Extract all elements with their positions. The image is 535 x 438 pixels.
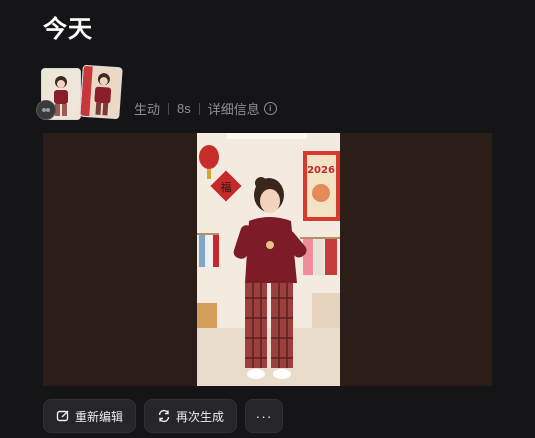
- section-title: 今天: [43, 16, 93, 43]
- more-button[interactable]: ···: [245, 399, 284, 433]
- regenerate-label: 再次生成: [176, 409, 225, 424]
- more-dots-icon: ···: [255, 408, 273, 424]
- meta-divider: [198, 102, 200, 115]
- image-count-icon: [36, 100, 56, 120]
- reedit-button[interactable]: 重新编辑: [43, 399, 137, 433]
- info-circle-icon[interactable]: i: [263, 102, 277, 115]
- reedit-label: 重新编辑: [75, 409, 124, 424]
- details-link[interactable]: 详细信息: [208, 99, 260, 118]
- video-player[interactable]: 福 2026: [43, 133, 492, 386]
- meta-divider: [168, 102, 170, 115]
- edit-icon: [56, 410, 69, 422]
- svg-text:福: 福: [221, 180, 232, 194]
- regenerate-button[interactable]: 再次生成: [144, 399, 238, 433]
- page: 今天 生动 8s 详细信息 i 福 2026 重新编辑 再次生成 ···: [0, 0, 535, 438]
- poster-year: 2026: [307, 165, 335, 176]
- duration-label: 8s: [177, 101, 191, 116]
- type-label: 生动: [134, 102, 161, 117]
- video-frame-illustration: 福 2026: [197, 133, 340, 386]
- refresh-icon: [158, 409, 170, 423]
- reference-thumbnails[interactable]: [36, 64, 123, 122]
- video-preview[interactable]: 福 2026: [197, 133, 340, 386]
- reference-thumbnail-2[interactable]: [79, 64, 123, 120]
- action-bar: 重新编辑 再次生成 ···: [43, 399, 284, 433]
- item-meta: 生动 8s 详细信息 i: [134, 99, 277, 118]
